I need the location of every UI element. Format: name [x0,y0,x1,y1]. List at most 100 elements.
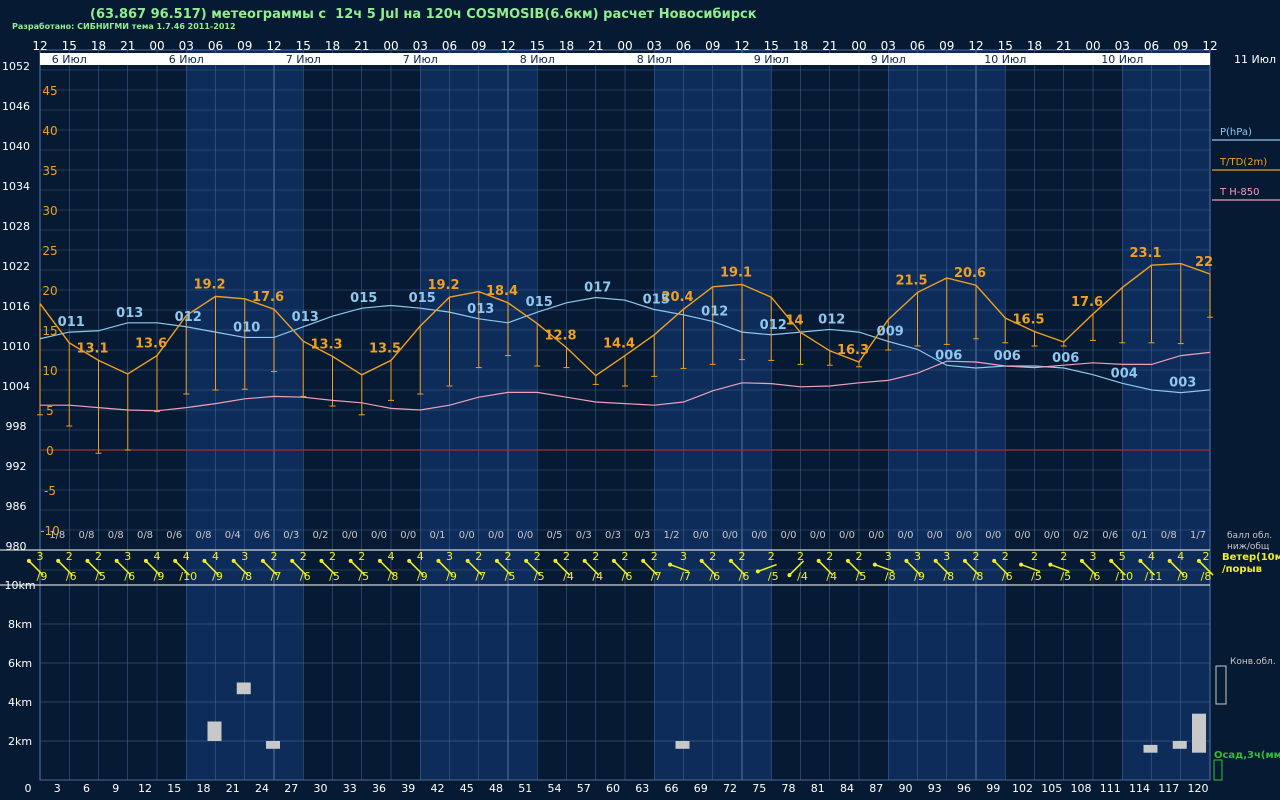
wind-arrowhead [1196,558,1201,563]
date-label: 8 Июл [520,53,555,66]
wind-arrowhead [699,558,704,563]
cloud-cover-label: 0/6 [254,530,270,541]
wind-gust-label: /4 [826,570,837,583]
wind-speed-label: 5 [1119,550,1126,563]
cloud-cover-label: 0/6 [166,530,182,541]
cloud-cover-label: 0/0 [371,530,387,541]
wind-speed-label: 2 [95,550,102,563]
temp-value-label: 17.6 [252,290,284,305]
wind-arrowhead [173,558,178,563]
bottom-hour-label: 45 [460,782,474,795]
wind-speed-label: 3 [446,550,453,563]
temp-tick: 40 [42,124,57,138]
convective-cloud-bar [1143,744,1158,753]
conv-legend-box [1215,665,1227,705]
wind-arrowhead [377,558,382,563]
wind-arrowhead [290,558,295,563]
top-hour-label: 09 [705,39,720,53]
bottom-hour-label: 63 [635,782,649,795]
cloud-cover-label: 0/5 [546,530,562,541]
pressure-value-label: 015 [409,291,436,306]
pressure-value-label: 004 [1111,366,1138,381]
wind-speed-label: 4 [1148,550,1155,563]
wind-speed-label: 3 [680,550,687,563]
wind-arrowhead [85,558,90,563]
pressure-value-label: 011 [58,315,85,330]
wind-gust-label: /6 [1002,570,1013,583]
cloud-cover-label: 0/8 [108,530,124,541]
top-hour-label: 00 [383,39,398,53]
cloud-legend-2: ниж/общ [1227,542,1270,552]
wind-arrowhead [465,558,470,563]
bottom-hour-label: 93 [928,782,942,795]
wind-speed-label: 2 [709,550,716,563]
temp-tick: 10 [42,364,57,378]
temp-value-label: 13.6 [135,337,167,352]
temp-value-label: 20.6 [954,266,986,281]
top-hour-label: 15 [296,39,311,53]
pressure-value-label: 006 [935,348,962,363]
bottom-hour-label: 84 [840,782,854,795]
wind-gust-label: /8 [1201,570,1212,583]
wind-speed-label: 2 [505,550,512,563]
wind-arrowhead [1079,558,1084,563]
bottom-hour-label: 66 [665,782,679,795]
height-tick: 10km [4,579,35,592]
cloud-cover-label: 0/0 [1044,530,1060,541]
bottom-hour-label: 114 [1129,782,1150,795]
date-strip [40,53,1210,65]
wind-arrowhead [407,558,412,563]
cloud-cover-label: 0/8 [195,530,211,541]
precip-legend-box [1213,759,1223,781]
temp-value-label: 21.5 [895,273,927,288]
top-hour-label: 03 [647,39,662,53]
cloud-cover-label: 0/0 [956,530,972,541]
pressure-tick: 1046 [2,100,30,113]
temp-tick: 25 [42,244,57,258]
wind-speed-label: 2 [592,550,599,563]
top-hour-label: 06 [1144,39,1159,53]
top-hour-label: 12 [1202,39,1217,53]
wind-arrowhead [1048,562,1053,567]
convective-cloud-bar [675,741,690,749]
bottom-hour-label: 117 [1158,782,1179,795]
pressure-value-label: 012 [818,312,845,327]
cloud-cover-label: 0/0 [897,530,913,541]
wind-arrowhead [611,558,616,563]
top-hour-label: 18 [1027,39,1042,53]
bottom-hour-label: 57 [577,782,591,795]
wind-speed-label: 2 [358,550,365,563]
convective-cloud-bar [1192,713,1206,753]
wind-gust-label: /5 [505,570,516,583]
wind-arrowhead [872,562,877,567]
temp-value-label: 23.1 [1129,246,1161,261]
pressure-tick: 1010 [2,340,30,353]
legend-label: P(hPa) [1220,127,1252,138]
pressure-value-label: 012 [175,310,202,325]
bottom-hour-label: 30 [314,782,328,795]
wind-speed-label: 2 [622,550,629,563]
top-hour-label: 03 [179,39,194,53]
height-tick: 6km [8,657,32,670]
bottom-hour-label: 6 [83,782,90,795]
wind-speed-label: 2 [826,550,833,563]
pressure-value-label: 006 [1052,351,1079,366]
pressure-value-label: 006 [994,349,1021,364]
wind-arrowhead [1019,562,1024,567]
pressure-value-label: 015 [643,292,670,307]
wind-gust-label: /10 [179,570,197,583]
wind-arrowhead [436,558,441,563]
cloud-cover-label: 0/3 [634,530,650,541]
wind-speed-label: 4 [417,550,424,563]
wind-legend-1: Ветер(10м [1222,552,1280,563]
top-hour-label: 03 [1115,39,1130,53]
cloud-cover-label: 0/2 [312,530,328,541]
cloud-cover-label: 0/1 [429,530,445,541]
wind-arrowhead [494,558,499,563]
pressure-tick: 1052 [2,60,30,73]
wind-arrowhead [348,558,353,563]
date-label: 10 Июл [1101,53,1143,66]
temp-value-label: 19.2 [193,277,225,292]
bottom-hour-label: 69 [694,782,708,795]
wind-gust-label: /6 [1090,570,1101,583]
